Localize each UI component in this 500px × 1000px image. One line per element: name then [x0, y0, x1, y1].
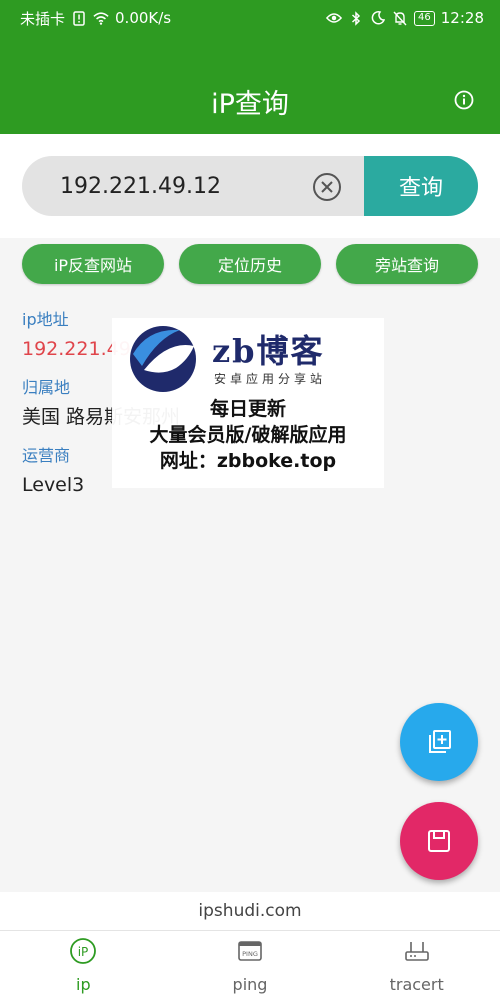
footer-site: ipshudi.com — [0, 892, 500, 930]
watermark-overlay: zb博客 安卓应用分享站 每日更新 大量会员版/破解版应用 网址：zbboke.… — [112, 318, 384, 488]
svg-text:iP: iP — [78, 945, 89, 959]
search-bar: 查询 — [22, 156, 478, 216]
page-title: iP查询 — [211, 89, 289, 120]
ip-icon: iP — [70, 938, 97, 964]
save-icon — [428, 830, 450, 852]
bell-off-icon — [392, 10, 408, 26]
nav-label-ip: ip — [76, 975, 91, 994]
info-icon[interactable] — [454, 90, 474, 110]
nav-item-ping[interactable]: PING ping — [167, 931, 334, 1000]
search-area: 查询 — [0, 134, 500, 238]
watermark-line-2: 大量会员版/破解版应用 — [149, 424, 347, 446]
carrier-text: 未插卡 — [20, 9, 66, 28]
nav-item-tracert[interactable]: tracert — [333, 931, 500, 1000]
svg-text:PING: PING — [242, 950, 258, 958]
nav-item-ip[interactable]: iP ip — [0, 931, 167, 1000]
nav-label-tracert: tracert — [389, 975, 444, 994]
bottom-nav: iP ip PING ping tracert — [0, 930, 500, 1000]
network-speed: 0.00K/s — [115, 9, 172, 27]
battery-icon: 46 — [414, 10, 435, 26]
wifi-icon — [93, 10, 109, 26]
status-bar-left: 未插卡 0.00K/s — [20, 8, 171, 29]
watermark-logo — [128, 324, 198, 394]
watermark-subtitle: 安卓应用分享站 — [214, 372, 327, 386]
reverse-lookup-button[interactable]: iP反查网站 — [22, 244, 164, 284]
watermark-brand: zb博客 — [212, 332, 325, 370]
location-history-button[interactable]: 定位历史 — [179, 244, 321, 284]
watermark-line-3: 网址：zbboke.top — [159, 450, 337, 472]
app-bar: iP查询 — [0, 36, 500, 134]
sibling-site-button[interactable]: 旁站查询 — [336, 244, 478, 284]
router-icon — [404, 942, 429, 961]
query-button[interactable]: 查询 — [364, 156, 478, 216]
add-copy-button[interactable] — [400, 703, 478, 781]
status-bar-right: 46 12:28 — [326, 9, 484, 27]
moon-icon — [370, 10, 386, 26]
add-copy-icon — [429, 730, 451, 753]
bluetooth-icon — [348, 10, 364, 26]
nav-label-ping: ping — [232, 975, 268, 994]
clear-circle-icon[interactable] — [312, 172, 342, 202]
clock: 12:28 — [440, 9, 484, 27]
action-chips: iP反查网站 定位历史 旁站查询 — [22, 244, 478, 286]
eye-icon — [326, 10, 343, 26]
save-button[interactable] — [400, 802, 478, 880]
status-bar: 未插卡 0.00K/s 46 12:28 — [0, 0, 500, 36]
sim-alert-icon — [71, 10, 87, 26]
watermark-line-1: 每日更新 — [209, 398, 286, 420]
ping-icon: PING — [238, 941, 262, 961]
